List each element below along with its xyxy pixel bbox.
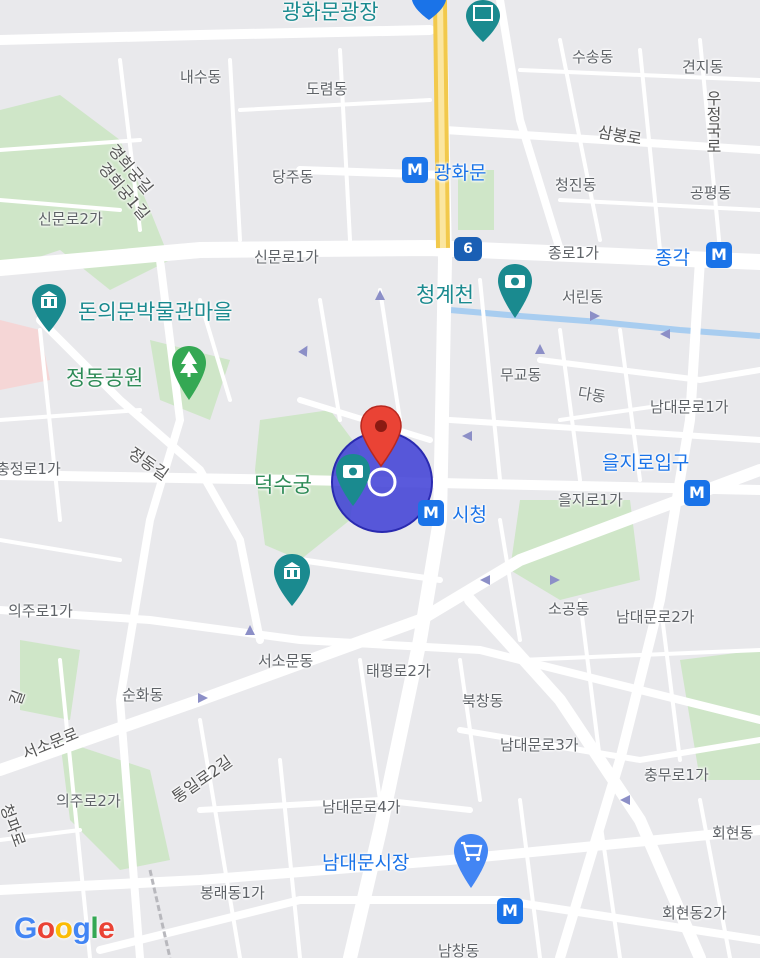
area-label: 의주로2가 (56, 792, 121, 810)
area-label: 청진동 (555, 176, 597, 194)
museum-icon[interactable] (30, 282, 68, 334)
area-label: 남대문로1가 (650, 398, 729, 416)
area-label: 종로1가 (548, 244, 599, 262)
map-canvas[interactable]: M M M M M 6 광화문 종각 을지로입구 시청 광화문광장 돈의문박물관… (0, 0, 760, 958)
area-label: 의주로1가 (8, 602, 73, 620)
poi-doneuimun[interactable]: 돈의문박물관마을 (78, 296, 233, 326)
area-label: 신문로1가 (254, 248, 319, 266)
area-label: 남대문로4가 (322, 798, 401, 816)
area-label: 태평로2가 (366, 662, 431, 680)
area-label: 순화동 (122, 686, 164, 704)
metro-icon[interactable]: M (497, 898, 523, 924)
area-label: 남창동 (438, 942, 480, 958)
area-label: 회현동2가 (662, 904, 727, 922)
metro-icon[interactable]: M (418, 500, 444, 526)
area-label: 내수동 (180, 68, 222, 86)
area-label: 수송동 (572, 48, 614, 66)
area-label: 북창동 (462, 692, 504, 710)
area-label: 다동 (576, 383, 607, 407)
area-label: 당주동 (272, 168, 314, 186)
area-label: 무교동 (500, 366, 542, 384)
area-label: 남대문로3가 (500, 736, 579, 754)
route-badge: 6 (454, 237, 482, 261)
tree-icon[interactable] (170, 344, 208, 402)
poi-gwanghwamun-plaza[interactable]: 광화문광장 (282, 0, 379, 26)
station-euljiro-ipgu[interactable]: 을지로입구 (602, 448, 689, 475)
shopping-cart-icon[interactable] (452, 832, 490, 890)
metro-icon[interactable]: M (684, 480, 710, 506)
area-label: 공평동 (690, 184, 732, 202)
area-label: 충정로1가 (0, 460, 61, 478)
metro-icon[interactable]: M (402, 157, 428, 183)
area-label: 봉래동1가 (200, 884, 265, 902)
station-jonggak[interactable]: 종각 (655, 243, 690, 270)
area-label: 서소문동 (258, 652, 314, 670)
location-pin-icon[interactable] (410, 0, 448, 20)
station-city-hall[interactable]: 시청 (452, 500, 487, 527)
google-logo: Google (14, 912, 115, 945)
road-label: 우정국로 (703, 90, 722, 154)
area-label: 회현동 (712, 824, 754, 842)
area-label: 남대문로2가 (616, 608, 695, 626)
poi-jeongdong-park[interactable]: 정동공원 (66, 362, 143, 392)
area-label: 서린동 (562, 288, 604, 306)
museum-icon[interactable] (272, 552, 312, 608)
area-label: 신문로2가 (38, 210, 103, 228)
museum-icon[interactable] (464, 0, 502, 44)
metro-icon[interactable]: M (706, 242, 732, 268)
poi-cheonggyecheon[interactable]: 청계천 (416, 279, 474, 309)
area-label: 도렴동 (306, 80, 348, 98)
camera-icon[interactable] (334, 452, 372, 508)
poi-deoksugung[interactable]: 덕수궁 (254, 469, 312, 499)
area-label: 충무로1가 (644, 766, 709, 784)
area-label: 을지로1가 (558, 491, 623, 509)
area-label: 견지동 (682, 58, 724, 76)
area-label: 소공동 (548, 600, 590, 618)
station-gwanghwamun[interactable]: 광화문 (434, 158, 486, 185)
poi-namdaemun-market[interactable]: 남대문시장 (322, 848, 409, 875)
camera-icon[interactable] (496, 262, 534, 320)
